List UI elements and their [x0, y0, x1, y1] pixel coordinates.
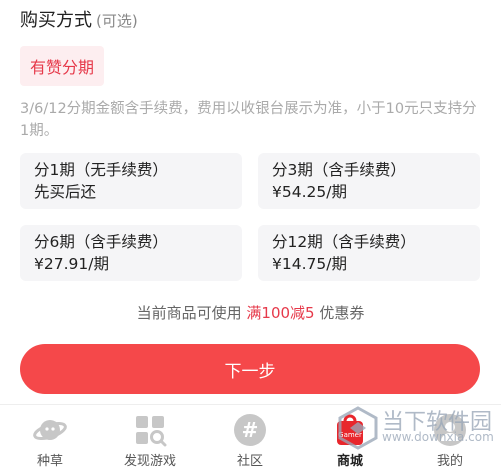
planet-icon — [33, 420, 67, 441]
hash-icon: # — [234, 414, 266, 446]
option-detail: ¥27.91/期 — [34, 255, 109, 273]
coupon-line: 当前商品可使用 满100减5 优惠券 — [0, 302, 501, 323]
watermark-logo-icon — [338, 406, 378, 450]
watermark: 当下软件园 www.downxia.com — [338, 400, 498, 460]
tab-zhongcao[interactable]: 种草 — [0, 405, 100, 470]
tab-label: 社区 — [236, 454, 263, 469]
option-title: 分6期（含手续费） — [34, 233, 168, 251]
option-detail: ¥14.75/期 — [272, 255, 347, 273]
installment-chip[interactable]: 有赞分期 — [20, 46, 104, 86]
next-step-button[interactable]: 下一步 — [20, 344, 480, 394]
option-detail: 先买后还 — [34, 183, 97, 201]
installment-option-3[interactable]: 分3期（含手续费） ¥54.25/期 — [258, 153, 480, 209]
optional-hint: (可选) — [96, 12, 138, 30]
coupon-highlight[interactable]: 满100减5 — [246, 304, 314, 322]
purchase-method-label: 购买方式 — [20, 10, 92, 31]
tab-label: 发现游戏 — [123, 454, 176, 469]
option-title: 分3期（含手续费） — [272, 161, 406, 179]
installment-chip-label: 有赞分期 — [29, 58, 94, 77]
installment-option-6[interactable]: 分6期（含手续费） ¥27.91/期 — [20, 225, 242, 281]
coupon-suffix: 优惠券 — [314, 304, 365, 322]
option-detail: ¥54.25/期 — [272, 183, 347, 201]
watermark-url: www.downxia.com — [382, 430, 494, 444]
coupon-prefix: 当前商品可使用 — [136, 304, 247, 322]
installment-option-1[interactable]: 分1期（无手续费） 先买后还 — [20, 153, 242, 209]
grid-search-icon — [136, 416, 167, 447]
installment-option-12[interactable]: 分12期（含手续费） ¥14.75/期 — [258, 225, 480, 281]
purchase-method-title: 购买方式 (可选) — [20, 6, 138, 32]
next-step-label: 下一步 — [224, 361, 276, 382]
tab-label: 种草 — [36, 454, 63, 469]
installment-note: 3/6/12分期金额含手续费，费用以收银台展示为准，小于10元只支持分1期。 — [20, 101, 477, 139]
option-title: 分1期（无手续费） — [34, 161, 168, 179]
option-title: 分12期（含手续费） — [272, 233, 416, 251]
tab-discover-games[interactable]: 发现游戏 — [100, 405, 200, 470]
svg-text:#: # — [242, 418, 259, 442]
tab-community[interactable]: # 社区 — [200, 405, 300, 470]
